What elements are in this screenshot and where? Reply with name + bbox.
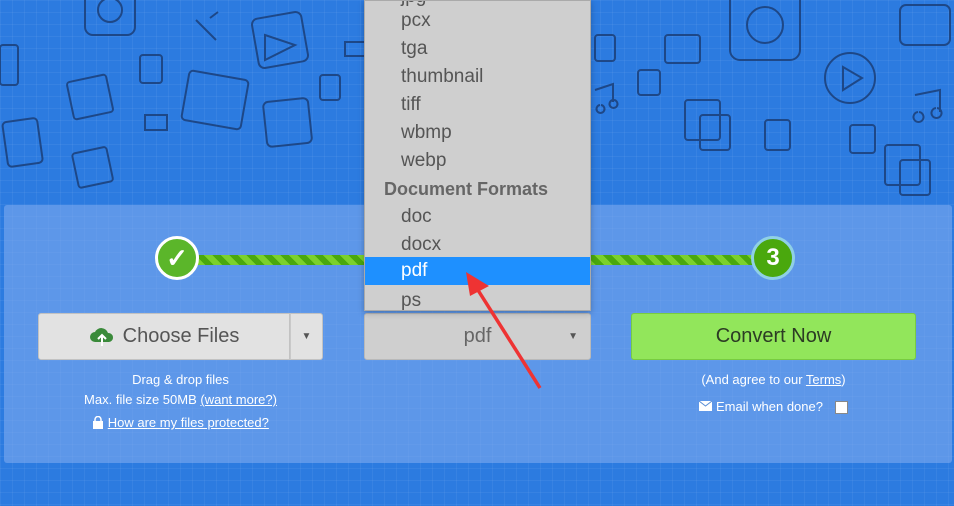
- annotation-arrow: [466, 272, 542, 389]
